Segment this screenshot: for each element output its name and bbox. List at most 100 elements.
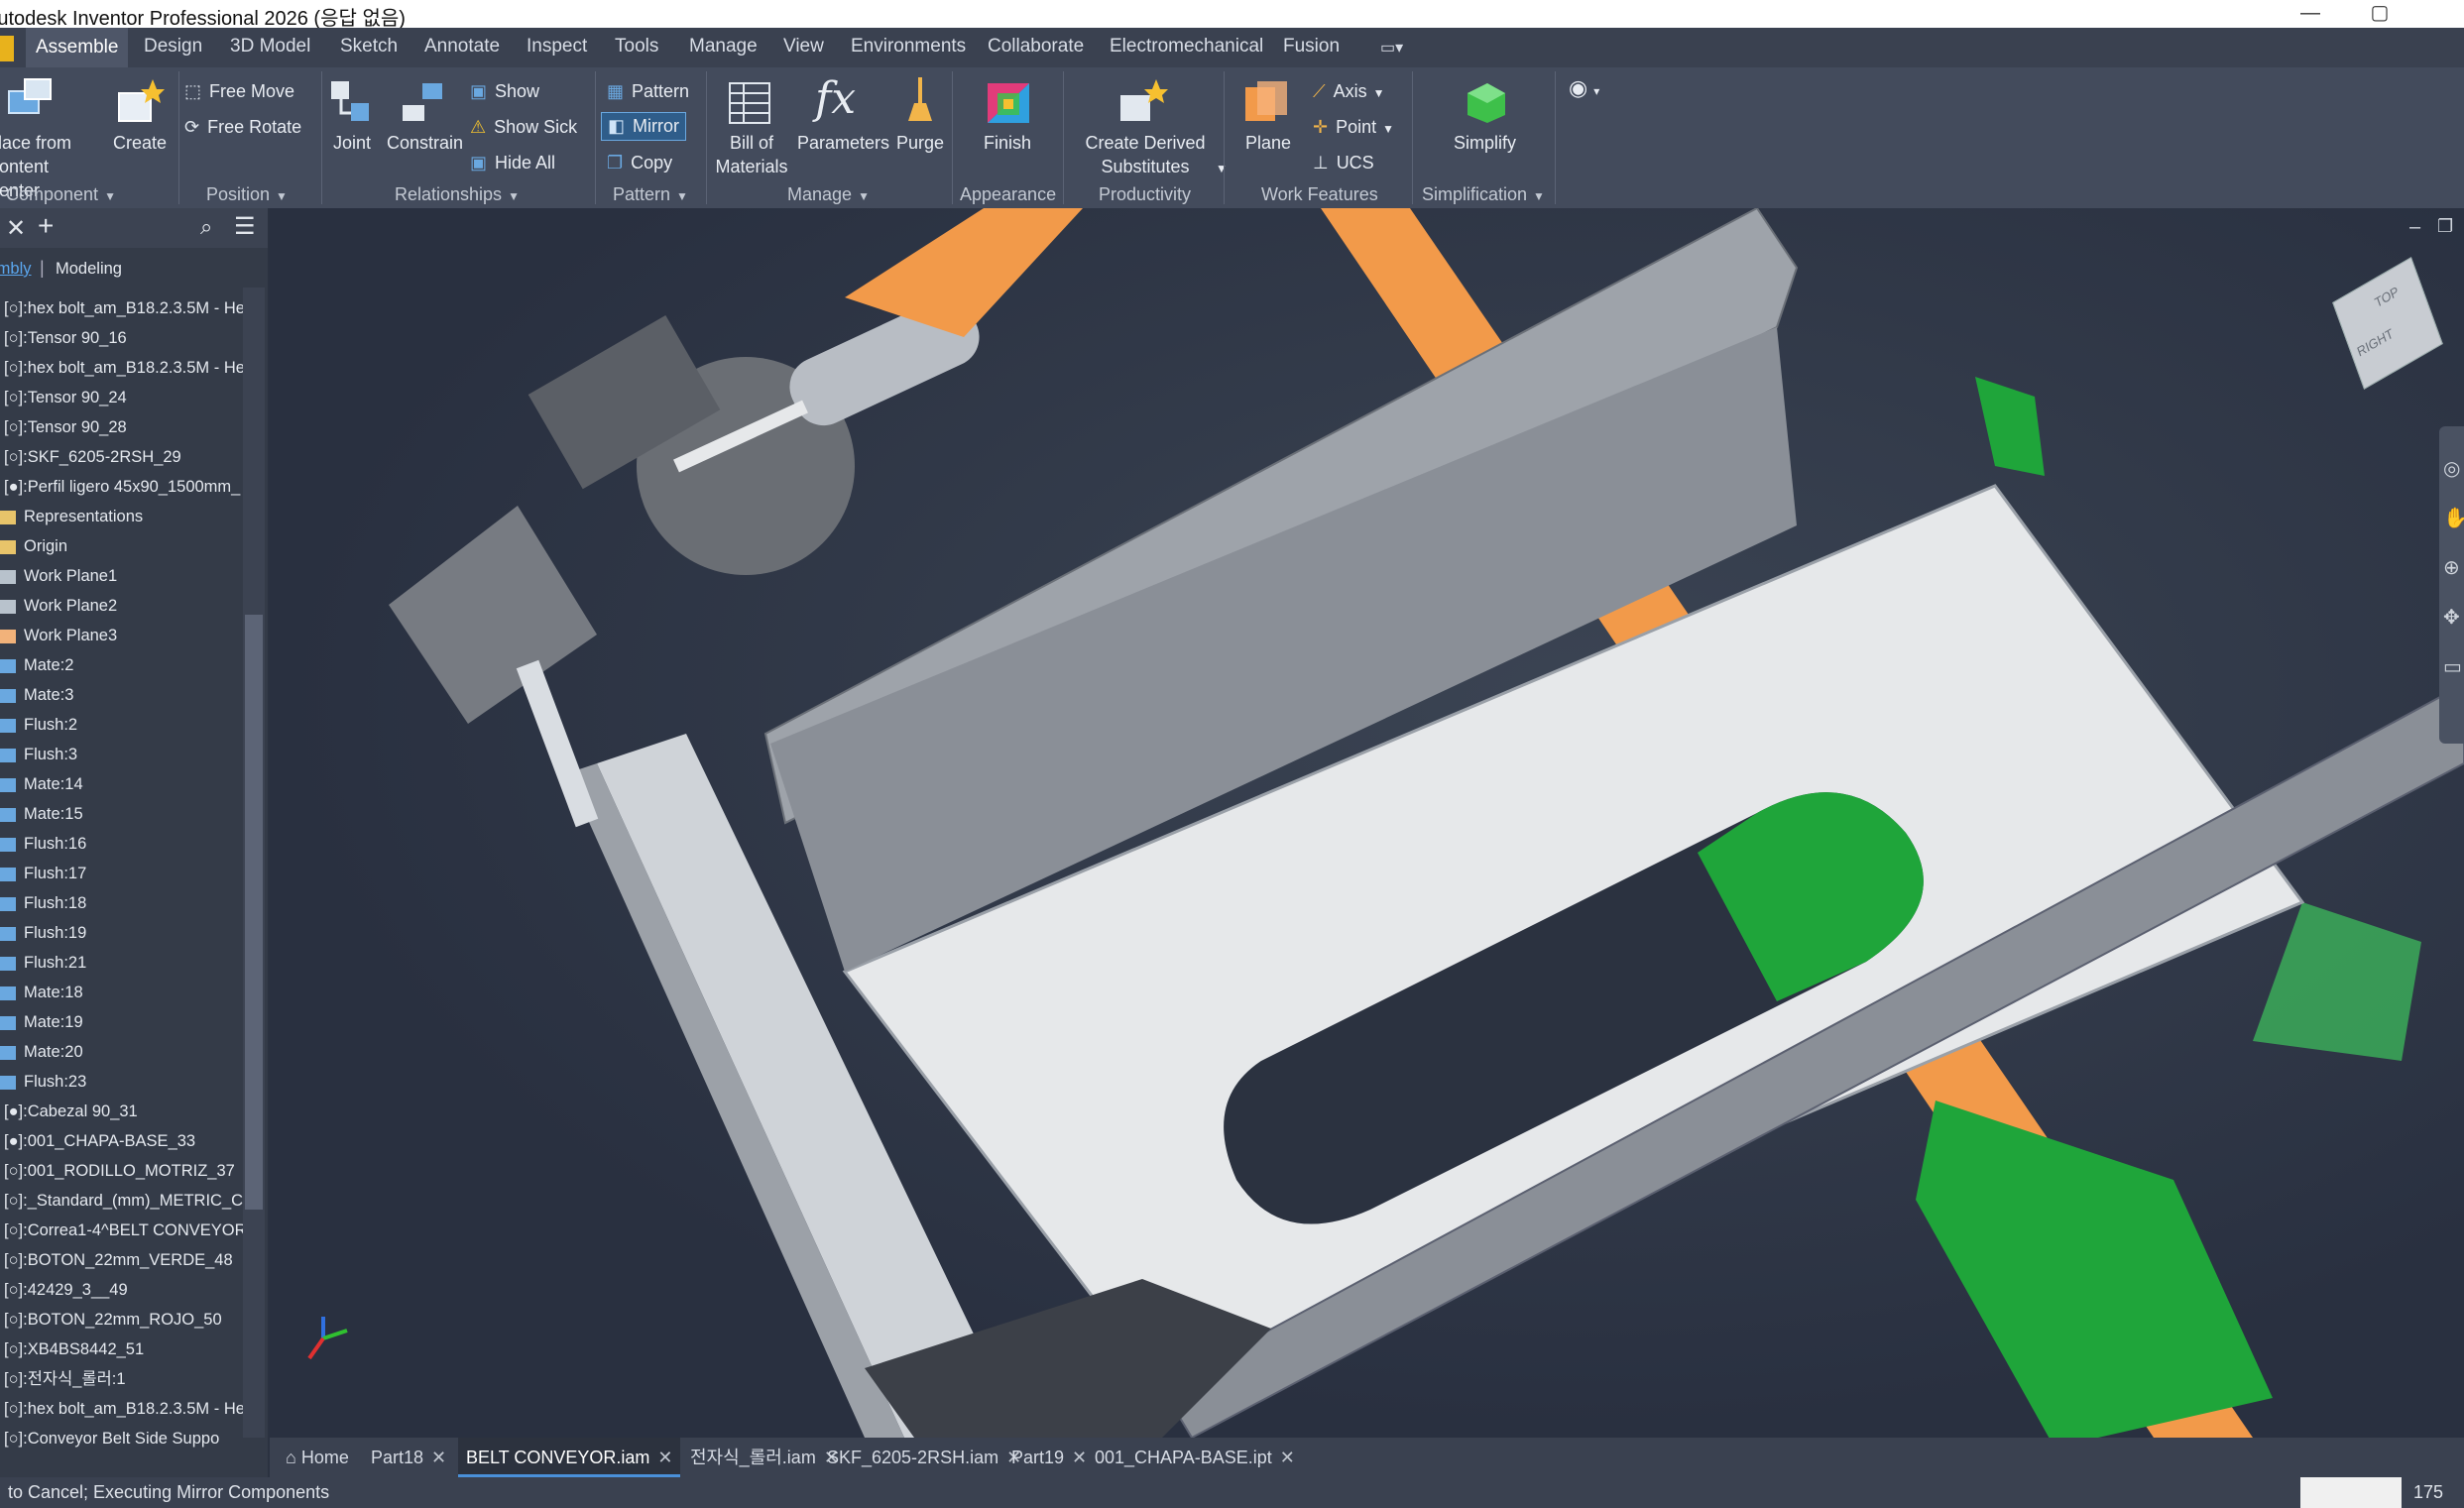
tree-item[interactable]: Work Plane2 — [0, 591, 117, 621]
tab-tools[interactable]: Tools — [615, 36, 658, 58]
tab-assembly[interactable]: Assembly — [0, 260, 32, 279]
menu-icon[interactable]: ☰ — [234, 212, 256, 241]
hide-all-button[interactable]: ▣ Hide All — [470, 153, 555, 174]
document-tab[interactable]: SKF_6205-2RSH.iam ✕ — [819, 1438, 1029, 1477]
tab-view[interactable]: View — [783, 36, 824, 58]
document-tab[interactable]: 001_CHAPA-BASE.ipt ✕ — [1087, 1438, 1303, 1477]
tree-item[interactable]: [●]:001_CHAPA-BASE_33 — [0, 1126, 195, 1156]
search-icon[interactable]: ⌕ — [200, 214, 212, 240]
tree-item[interactable]: Mate:2 — [0, 650, 73, 680]
document-tab[interactable]: Part18 ✕ — [363, 1438, 454, 1477]
manage-panel-label[interactable]: Manage ▼ — [787, 184, 870, 205]
axis-button[interactable]: ⟋ Axis ▼ — [1313, 81, 1385, 102]
tree-item[interactable]: Flush:2 — [0, 710, 77, 740]
finish-button[interactable]: Finish — [984, 133, 1031, 154]
tree-item[interactable]: Flush:19 — [0, 918, 86, 948]
free-move-button[interactable]: ⬚ Free Move — [184, 81, 294, 102]
quick-access-dropdown-icon[interactable]: ◉ ▾ — [1569, 75, 1599, 101]
tree-item[interactable]: Mate:18 — [0, 978, 83, 1007]
tree-item[interactable]: Mate:19 — [0, 1007, 83, 1037]
tree-item[interactable]: Representations — [0, 502, 143, 531]
bill-of-materials-button[interactable]: Bill of Materials — [712, 131, 791, 178]
tree-item[interactable]: Flush:21 — [0, 948, 86, 978]
tree-item[interactable]: Mate:3 — [0, 680, 73, 710]
tab-design[interactable]: Design — [144, 36, 202, 58]
zoom-icon[interactable]: ⊕ — [2443, 555, 2460, 580]
tree-item[interactable]: [○]:hex bolt_am_B18.2.3.5M - He — [0, 1394, 243, 1424]
restore-viewport-icon[interactable]: ❐ — [2437, 216, 2453, 237]
tree-item[interactable]: [○]:Tensor 90_24 — [0, 383, 127, 412]
mirror-button[interactable]: ◧ Mirror — [601, 112, 687, 141]
tree-item[interactable]: Flush:17 — [0, 859, 86, 888]
tab-fusion[interactable]: Fusion — [1283, 36, 1340, 58]
scrollbar-thumb[interactable] — [245, 615, 263, 1210]
tree-item[interactable]: Work Plane1 — [0, 561, 117, 591]
assembly-3d-view[interactable] — [270, 208, 2464, 1438]
navigation-bar[interactable]: ◎ ✋ ⊕ ✥ ▭ — [2439, 426, 2464, 744]
document-tab[interactable]: ⌂ Home — [278, 1438, 357, 1477]
tree-item[interactable]: [○]:전자식_롤러:1 — [0, 1364, 126, 1394]
close-tab-icon[interactable]: ✕ — [1072, 1448, 1087, 1467]
simplification-panel-label[interactable]: Simplification ▼ — [1422, 184, 1545, 205]
tab-electromechanical[interactable]: Electromechanical — [1110, 36, 1263, 58]
tab-collaborate[interactable]: Collaborate — [988, 36, 1084, 58]
tree-item[interactable]: Mate:14 — [0, 769, 83, 799]
position-panel-label[interactable]: Position ▼ — [206, 184, 288, 205]
parameters-button[interactable]: Parameters — [797, 133, 889, 154]
ucs-button[interactable]: ⊥ UCS — [1313, 153, 1374, 174]
tab-annotate[interactable]: Annotate — [424, 36, 500, 58]
tab-inspect[interactable]: Inspect — [527, 36, 587, 58]
close-tab-icon[interactable]: ✕ — [1280, 1448, 1295, 1467]
tree-item[interactable]: [○]:Conveyor Belt Side Suppo — [0, 1424, 219, 1453]
tree-item[interactable]: [○]:Tensor 90_16 — [0, 323, 127, 353]
tree-item[interactable]: [○]:42429_3__49 — [0, 1275, 128, 1305]
tree-item[interactable]: [●]:Cabezal 90_31 — [0, 1097, 138, 1126]
close-tab-icon[interactable]: ✕ — [657, 1448, 672, 1467]
add-icon[interactable]: + — [38, 210, 54, 242]
ribbon-options-icon[interactable]: ▭▾ — [1380, 38, 1403, 58]
tree-item[interactable]: [○]:_Standard_(mm)_METRIC_C — [0, 1186, 243, 1216]
purge-button[interactable]: Purge — [896, 133, 944, 154]
component-panel-label[interactable]: Component ▼ — [6, 184, 116, 205]
simplify-button[interactable]: Simplify — [1454, 133, 1516, 154]
point-button[interactable]: ✛ Point ▼ — [1313, 117, 1394, 138]
create-derived-substitutes-button[interactable]: Create Derived Substitutes ▼ — [1081, 131, 1227, 180]
tab-modeling[interactable]: Modeling — [56, 260, 122, 279]
tab-environments[interactable]: Environments — [851, 36, 966, 58]
pattern-button[interactable]: ▦ Pattern — [607, 81, 689, 102]
tree-item[interactable]: [○]:Tensor 90_28 — [0, 412, 127, 442]
tree-item[interactable]: Flush:3 — [0, 740, 77, 769]
tab-3d-model[interactable]: 3D Model — [230, 36, 310, 58]
tree-item[interactable]: [○]:XB4BS8442_51 — [0, 1334, 144, 1364]
close-tab-icon[interactable]: ✕ — [431, 1448, 446, 1467]
tree-item[interactable]: Mate:20 — [0, 1037, 83, 1067]
relationships-panel-label[interactable]: Relationships ▼ — [395, 184, 520, 205]
minimize-viewport-icon[interactable]: – — [2409, 216, 2420, 239]
show-sick-button[interactable]: ⚠ Show Sick — [470, 117, 577, 138]
show-button[interactable]: ▣ Show — [470, 81, 539, 102]
tree-item[interactable]: [○]:SKF_6205-2RSH_29 — [0, 442, 181, 472]
tree-item[interactable]: [○]:001_RODILLO_MOTRIZ_37 — [0, 1156, 235, 1186]
tree-item[interactable]: [●]:Perfil ligero 45x90_1500mm_ — [0, 472, 240, 502]
browser-scrollbar[interactable] — [243, 288, 265, 1438]
app-button[interactable] — [0, 36, 14, 61]
pattern-panel-label[interactable]: Pattern ▼ — [613, 184, 688, 205]
tree-item[interactable]: [○]:Correa1-4^BELT CONVEYOR_ — [0, 1216, 243, 1245]
graphics-viewport[interactable]: TOP RIGHT ◎ ✋ ⊕ ✥ ▭ – ❐ — [270, 208, 2464, 1438]
tree-item[interactable]: [○]:hex bolt_am_B18.2.3.5M - He — [0, 293, 243, 323]
tree-item[interactable]: [○]:BOTON_22mm_VERDE_48 — [0, 1245, 233, 1275]
plane-button[interactable]: Plane — [1245, 133, 1291, 154]
tree-item[interactable]: Flush:23 — [0, 1067, 86, 1097]
look-at-icon[interactable]: ▭ — [2443, 654, 2462, 679]
tree-item[interactable]: Flush:18 — [0, 888, 86, 918]
document-tab[interactable]: Part19 ✕ — [1003, 1438, 1095, 1477]
orbit-icon[interactable]: ✥ — [2443, 605, 2460, 630]
close-icon[interactable]: ✕ — [6, 214, 26, 243]
maximize-button[interactable]: ▢ — [2355, 0, 2405, 28]
tab-sketch[interactable]: Sketch — [340, 36, 398, 58]
tree-item[interactable]: Origin — [0, 531, 67, 561]
pan-icon[interactable]: ✋ — [2443, 506, 2464, 530]
minimize-button[interactable]: — — [2286, 0, 2335, 28]
tree-item[interactable]: Flush:16 — [0, 829, 86, 859]
tree-item[interactable]: [○]:hex bolt_am_B18.2.3.5M - He — [0, 353, 243, 383]
